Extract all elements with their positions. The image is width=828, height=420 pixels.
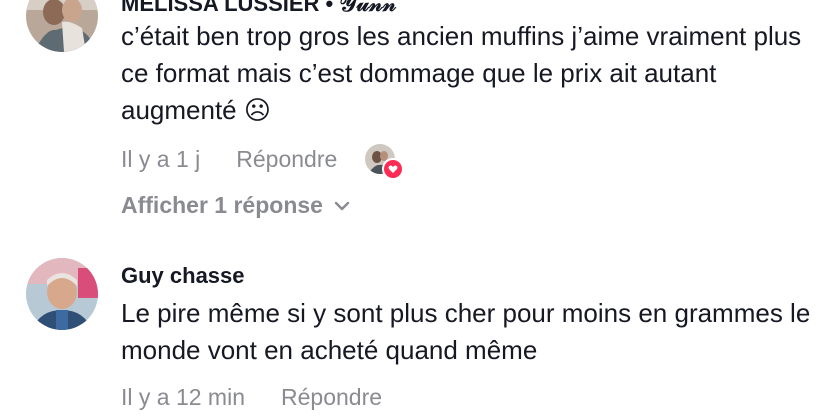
comment-item: Guy chasse Le pire même si y sont plus c… — [0, 240, 828, 420]
avatar-photo — [26, 258, 98, 330]
comment-meta: Il y a 12 min Répondre — [121, 384, 382, 411]
avatar[interactable] — [26, 0, 98, 52]
comment-item: MELISSA LUSSIER • 𝒴𝓊𝓃𝓃 c’était ben trop … — [0, 0, 828, 230]
chevron-down-icon — [333, 200, 351, 212]
comment-meta: Il y a 1 j Répondre — [121, 144, 405, 180]
reply-button[interactable]: Répondre — [236, 146, 337, 173]
comment-author[interactable]: Guy chasse — [121, 263, 245, 289]
comment-text: Le pire même si y sont plus cher pour mo… — [121, 298, 811, 365]
view-replies-button[interactable]: Afficher 1 réponse — [121, 192, 351, 219]
heart-icon — [382, 158, 405, 180]
comment-text: c’était ben trop gros les ancien muffins… — [121, 21, 802, 125]
comment-author[interactable]: MELISSA LUSSIER • 𝒴𝓊𝓃𝓃 — [121, 0, 396, 17]
reply-button[interactable]: Répondre — [281, 384, 382, 411]
view-replies-label: Afficher 1 réponse — [121, 192, 323, 218]
avatar-photo — [26, 0, 98, 52]
comment-timestamp: Il y a 1 j — [121, 145, 201, 172]
liked-by-creator-badge — [365, 144, 405, 180]
avatar[interactable] — [26, 258, 98, 330]
comment-timestamp: Il y a 12 min — [121, 384, 245, 410]
